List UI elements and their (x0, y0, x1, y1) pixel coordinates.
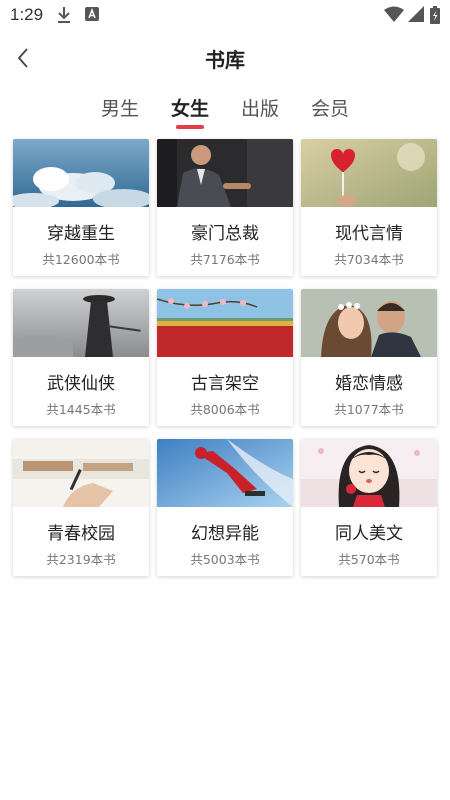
tab-publishing[interactable]: 出版 (230, 94, 290, 121)
businessman-image (157, 139, 293, 207)
category-name: 现代言情 (335, 224, 403, 244)
category-book-count: 共12600本书 (42, 252, 120, 267)
flying-hero-image (157, 439, 293, 507)
category-name: 幻想异能 (191, 524, 259, 544)
status-bar: 1:29 (0, 0, 450, 32)
category-card-marriage[interactable]: 婚恋情感 共1077本书 (301, 289, 437, 426)
active-tab-indicator (176, 125, 204, 129)
couple-image (301, 289, 437, 357)
category-card-wuxia[interactable]: 武侠仙侠 共1445本书 (13, 289, 149, 426)
category-name: 豪门总裁 (191, 224, 259, 244)
category-book-count: 共1077本书 (334, 402, 404, 417)
status-time: 1:29 (10, 5, 44, 24)
swordsman-image (13, 289, 149, 357)
classroom-writing-image (13, 439, 149, 507)
category-card-fantasy[interactable]: 幻想异能 共5003本书 (157, 439, 293, 576)
app-notification-icon (84, 6, 100, 26)
category-name: 武侠仙侠 (47, 374, 115, 394)
category-name: 同人美文 (335, 524, 403, 544)
palace-wall-image (157, 289, 293, 357)
category-card-fanfiction[interactable]: 同人美文 共570本书 (301, 439, 437, 576)
category-card-time-travel[interactable]: 穿越重生 共12600本书 (13, 139, 149, 276)
category-book-count: 共570本书 (338, 552, 400, 567)
page-title: 书库 (205, 48, 245, 72)
category-book-count: 共5003本书 (190, 552, 260, 567)
category-card-campus[interactable]: 青春校园 共2319本书 (13, 439, 149, 576)
signal-icon (408, 6, 424, 26)
anime-girl-image (301, 439, 437, 507)
category-name: 青春校园 (47, 524, 115, 544)
category-card-ancient-romance[interactable]: 古言架空 共8006本书 (157, 289, 293, 426)
battery-icon (430, 6, 440, 28)
category-book-count: 共7176本书 (190, 252, 260, 267)
category-card-ceo[interactable]: 豪门总裁 共7176本书 (157, 139, 293, 276)
category-name: 婚恋情感 (335, 374, 403, 394)
category-tabs: 男生 女生 出版 会员 (0, 94, 450, 130)
download-icon (56, 6, 72, 28)
category-book-count: 共7034本书 (334, 252, 404, 267)
category-book-count: 共1445本书 (46, 402, 116, 417)
sky-clouds-image (13, 139, 149, 207)
category-book-count: 共8006本书 (190, 402, 260, 417)
tab-female-label: 女生 (170, 98, 209, 120)
tab-vip[interactable]: 会员 (300, 94, 360, 121)
heart-lollipop-image (301, 139, 437, 207)
tab-female[interactable]: 女生 (160, 94, 220, 129)
wifi-icon (384, 6, 404, 26)
category-card-modern-romance[interactable]: 现代言情 共7034本书 (301, 139, 437, 276)
category-name: 古言架空 (191, 374, 259, 394)
tab-male[interactable]: 男生 (90, 94, 150, 121)
category-name: 穿越重生 (47, 224, 115, 244)
category-book-count: 共2319本书 (46, 552, 116, 567)
